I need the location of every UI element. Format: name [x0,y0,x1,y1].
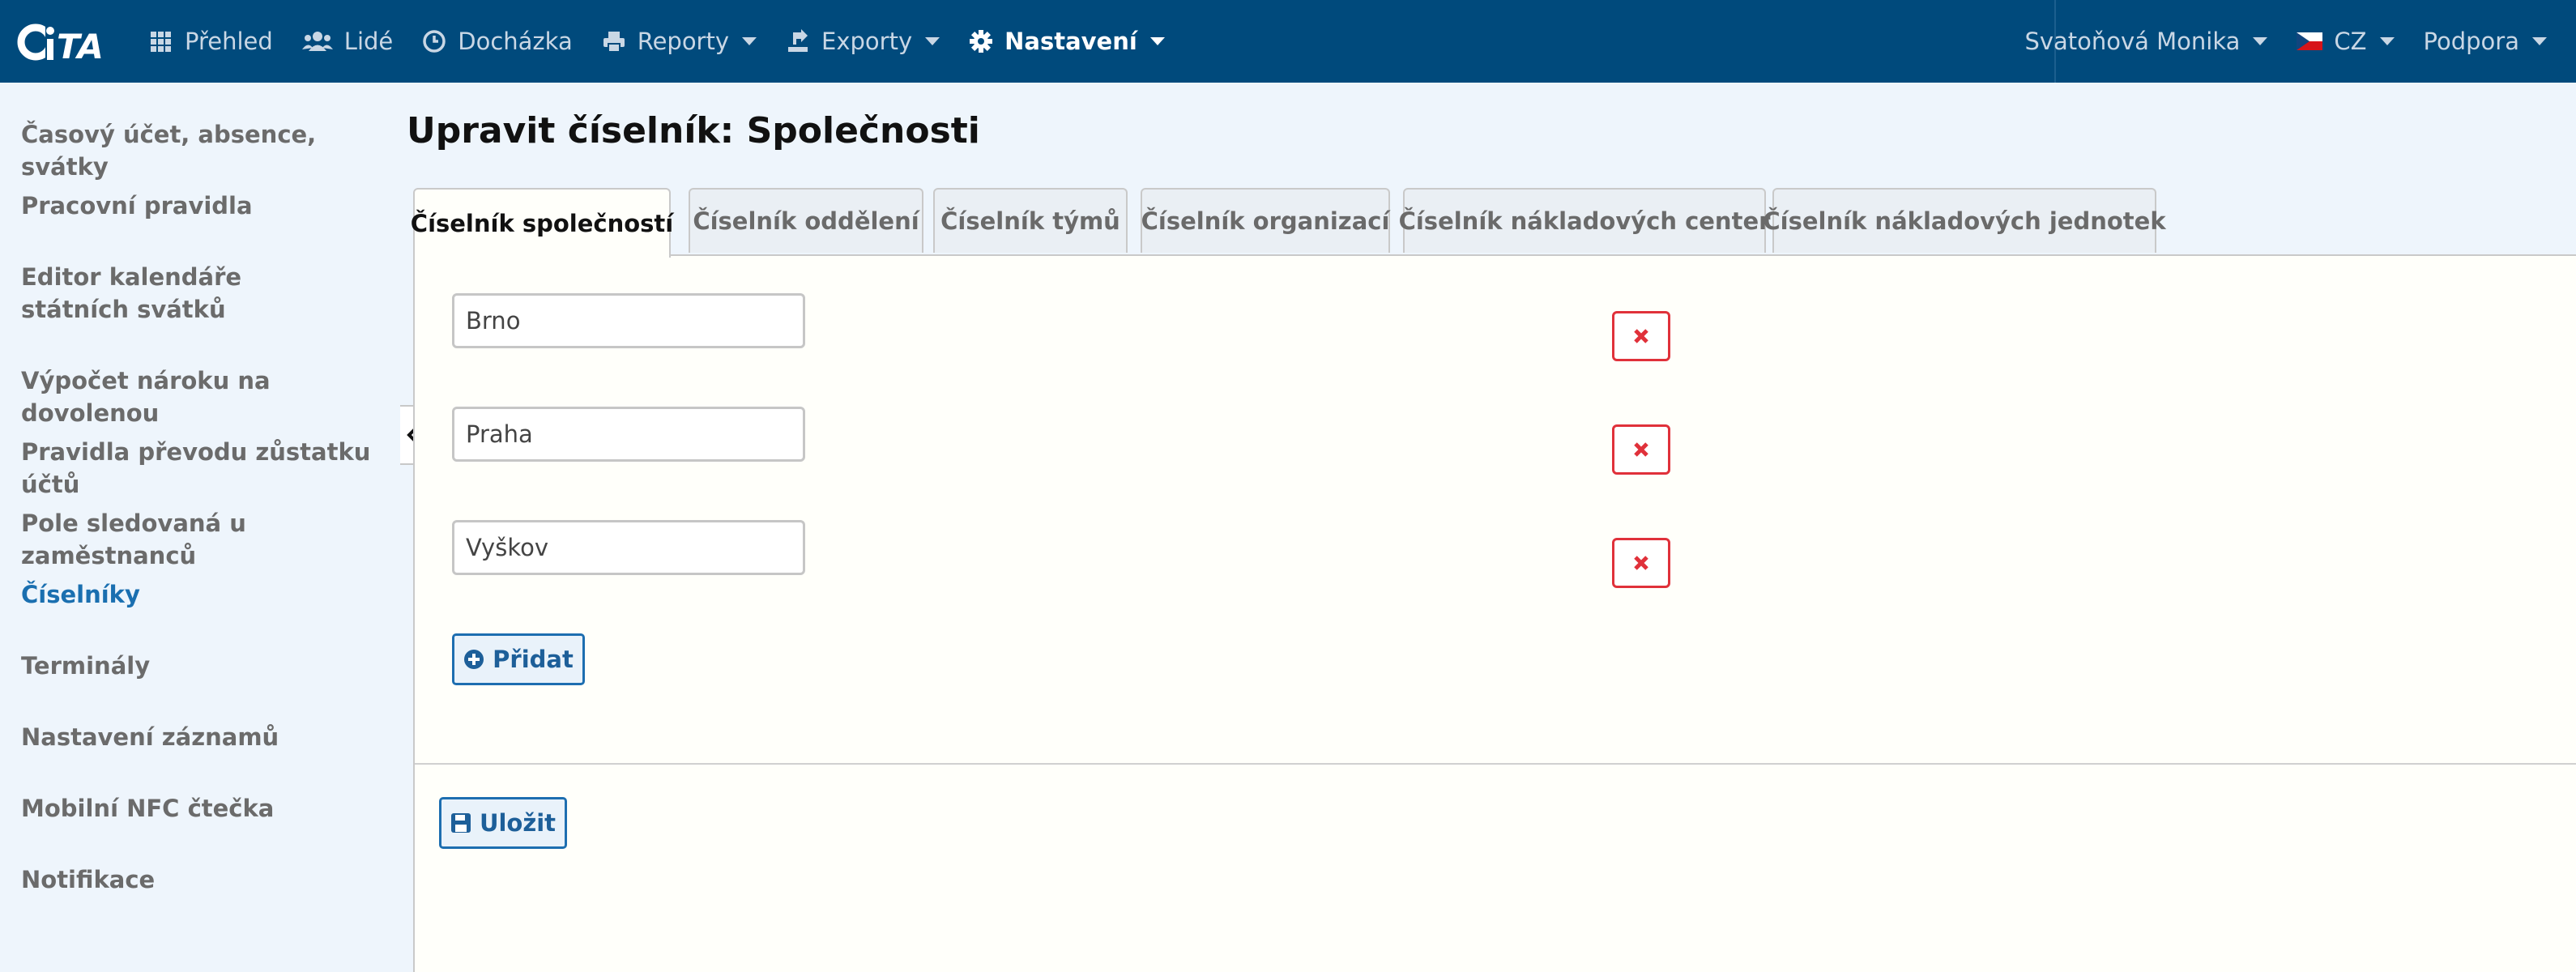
delete-button[interactable] [1612,424,1670,475]
sidebar-item-pracovni-pravidla[interactable]: Pracovní pravidla [21,190,386,222]
nav-nastaveni[interactable]: Nastavení [969,0,1165,83]
page-title: Upravit číselník: Společnosti [407,110,980,151]
tab-ciselnik-oddeleni[interactable]: Číselník oddělení [689,188,923,253]
panel-divider [415,763,2576,765]
sidebar-item-ciselniky[interactable]: Číselníky [21,578,386,611]
close-icon [1634,329,1648,343]
chevron-down-icon [742,37,757,45]
gear-icon [970,30,993,53]
printer-icon [603,32,625,53]
chevron-down-icon [925,37,940,45]
add-button[interactable]: Přidat [452,633,585,685]
czech-flag-icon [2297,32,2323,50]
tab-ciselnik-tymu[interactable]: Číselník týmů [933,188,1128,253]
chevron-down-icon [2532,37,2547,45]
nav-reporty-label: Reporty [637,28,730,55]
sidebar-item-pravidla-prevodu[interactable]: Pravidla převodu zůstatku účtů [21,436,386,501]
user-name: Svatoňová Monika [2024,28,2241,55]
plus-circle-icon [464,650,484,669]
nav-dochazka-label: Docházka [458,28,573,55]
content-panel [413,254,2576,972]
export-icon [788,29,808,52]
nav-prehled[interactable]: Přehled [149,0,273,83]
top-navbar: TA Přehled Lidé Docházka Reporty Exporty… [0,0,2576,83]
ita-logo[interactable]: TA [16,19,123,65]
delete-button[interactable] [1612,311,1670,361]
nav-nastaveni-label: Nastavení [1004,28,1137,55]
svg-text:TA: TA [57,27,104,65]
company-name-field[interactable] [452,520,805,575]
nav-lide-label: Lidé [343,28,394,55]
nav-prehled-label: Přehled [185,28,273,55]
settings-sidebar: Časový účet, absence, svátky Pracovní pr… [0,83,397,972]
users-icon [301,32,333,51]
sidebar-item-editor-kalendare[interactable]: Editor kalendáře státních svátků [21,261,345,326]
save-icon [450,813,471,833]
chevron-down-icon [2379,37,2395,45]
tab-ciselnik-spolecnosti[interactable]: Číselník společností [411,188,673,258]
clock-icon [423,30,446,53]
close-icon [1634,556,1648,570]
nav-dochazka[interactable]: Docházka [422,0,573,83]
sidebar-item-notifikace[interactable]: Notifikace [21,863,386,896]
user-menu[interactable]: Svatoňová Monika [2024,0,2268,83]
tab-ciselnik-nakladovych-center[interactable]: Číselník nákladových center [1399,188,1770,253]
tab-ciselnik-nakladovych-jednotek[interactable]: Číselník nákladových jednotek [1763,188,2166,253]
chevron-down-icon [1149,37,1165,45]
nav-exporty[interactable]: Exporty [786,0,940,83]
company-name-field[interactable] [452,293,805,348]
language-menu[interactable]: CZ [2297,0,2395,83]
chevron-down-icon [2253,37,2268,45]
sidebar-item-mobilni-nfc[interactable]: Mobilní NFC čtečka [21,792,386,825]
close-icon [1634,442,1648,457]
company-name-field[interactable] [452,407,805,462]
sidebar-item-terminaly[interactable]: Terminály [21,650,386,682]
grid-icon [151,32,171,52]
add-button-label: Přidat [493,646,574,673]
sidebar-item-pole-sledovana[interactable]: Pole sledovaná u zaměstnanců [21,507,386,572]
nav-lide[interactable]: Lidé [301,0,394,83]
support-label: Podpora [2423,28,2519,55]
sidebar-item-vypocet-naroku[interactable]: Výpočet nároku na dovolenou [21,364,386,429]
nav-exporty-label: Exporty [821,28,913,55]
nav-reporty[interactable]: Reporty [602,0,757,83]
support-menu[interactable]: Podpora [2424,0,2547,83]
tab-ciselnik-organizaci[interactable]: Číselník organizací [1141,188,1390,253]
language-label: CZ [2334,28,2367,55]
delete-button[interactable] [1612,538,1670,588]
save-button-label: Uložit [479,809,557,837]
sidebar-item-casovy-ucet[interactable]: Časový účet, absence, svátky [21,118,386,183]
sidebar-item-nastaveni-zaznamu[interactable]: Nastavení záznamů [21,721,386,753]
save-button[interactable]: Uložit [439,797,567,849]
